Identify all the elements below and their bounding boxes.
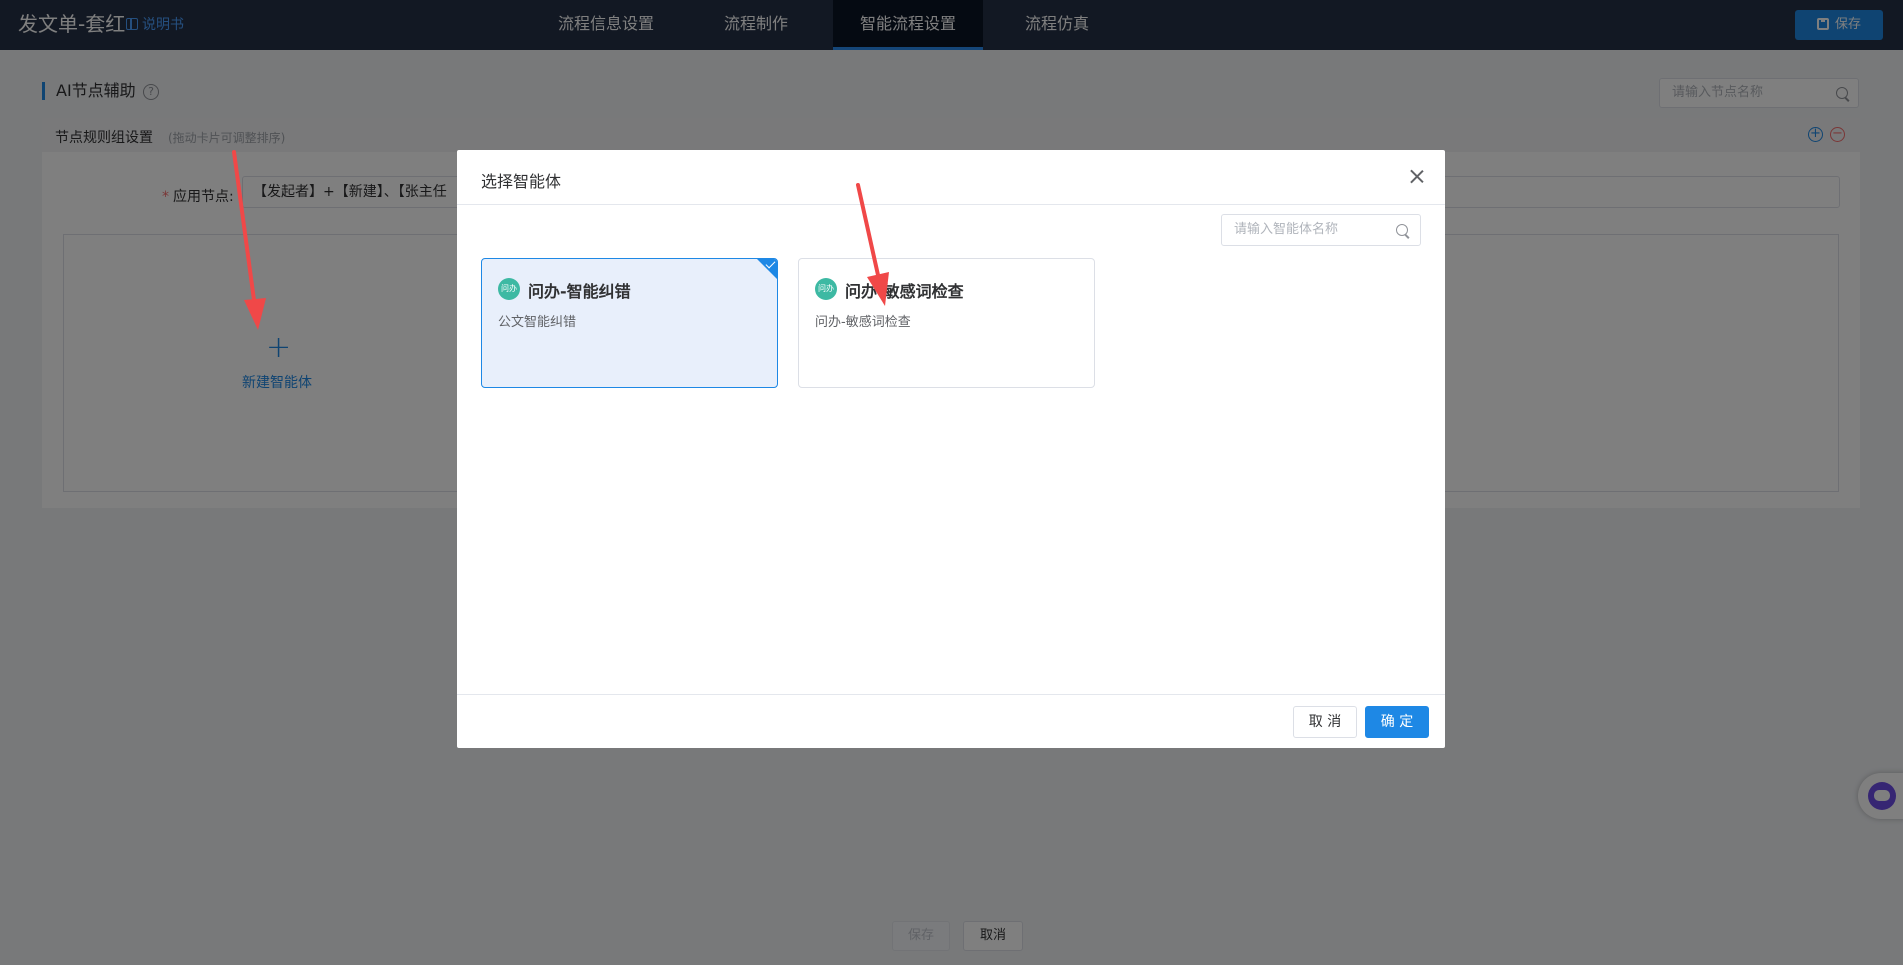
dialog-footer-divider bbox=[457, 694, 1445, 695]
dialog-cancel-button[interactable]: 取 消 bbox=[1293, 706, 1357, 738]
dialog-header-divider bbox=[457, 204, 1445, 205]
agent-card[interactable]: 问办 问办-敏感词检查 问办-敏感词检查 bbox=[798, 258, 1095, 388]
agent-avatar: 问办 bbox=[815, 278, 837, 300]
agent-name: 问办-敏感词检查 bbox=[845, 282, 964, 301]
agent-name: 问办-智能纠错 bbox=[528, 282, 631, 301]
agent-description: 问办-敏感词检查 bbox=[815, 315, 911, 330]
agent-avatar: 问办 bbox=[498, 278, 520, 300]
agent-description: 公文智能纠错 bbox=[498, 315, 577, 330]
close-icon[interactable] bbox=[1408, 168, 1426, 186]
agent-search-placeholder: 请输入智能体名称 bbox=[1234, 222, 1339, 237]
search-icon[interactable] bbox=[1396, 224, 1408, 236]
dialog-title: 选择智能体 bbox=[481, 172, 562, 191]
select-agent-dialog: 选择智能体 请输入智能体名称 问办 问办-智能纠错 公文智能纠错 问办 问办-敏… bbox=[457, 150, 1445, 748]
dialog-confirm-button[interactable]: 确 定 bbox=[1365, 706, 1429, 738]
agent-card[interactable]: 问办 问办-智能纠错 公文智能纠错 bbox=[481, 258, 778, 388]
agent-search-input[interactable]: 请输入智能体名称 bbox=[1221, 214, 1421, 246]
